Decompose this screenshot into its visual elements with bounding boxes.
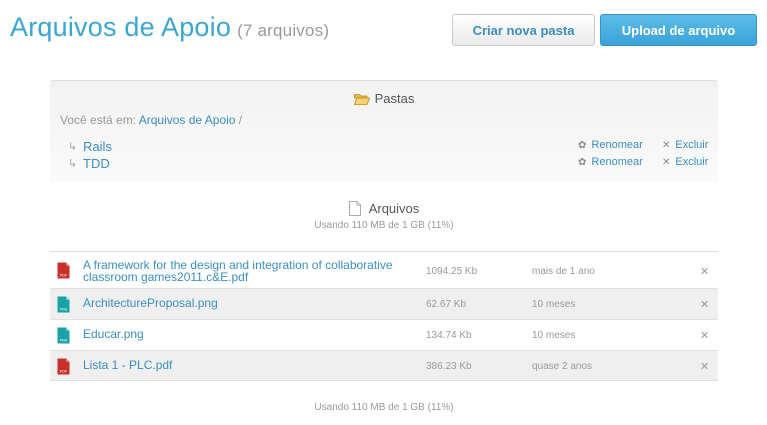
- open-folder-icon: [353, 93, 370, 105]
- subfolder-arrow-icon: ↳: [68, 158, 78, 170]
- storage-usage-bottom: Usando 110 MB de 1 GB (11%): [314, 402, 454, 413]
- file-row: PDF Lista 1 - PLC.pdf 386.23 Kb quase 2 …: [50, 350, 718, 381]
- file-row: PNG ArchitectureProposal.png 62.67 Kb 10…: [50, 288, 718, 319]
- files-heading-label: Arquivos: [368, 201, 420, 216]
- files-table: PDF A framework for the design and integ…: [50, 251, 718, 381]
- file-row: PNG Educar.png 134.74 Kb 10 meses ✕: [50, 319, 718, 350]
- folder-link-rails[interactable]: Rails: [83, 139, 112, 154]
- file-size: 134.74 Kb: [426, 330, 472, 341]
- rename-icon: ✿: [578, 156, 587, 168]
- folder-link-tdd[interactable]: TDD: [83, 156, 110, 171]
- storage-usage-top: Usando 110 MB de 1 GB (11%): [314, 220, 454, 231]
- delete-folder-button[interactable]: ✕ Excluir: [662, 156, 708, 168]
- delete-icon: ✕: [662, 139, 671, 151]
- file-size: 386.23 Kb: [426, 361, 472, 372]
- page-title: Arquivos de Apoio (7 arquivos): [10, 12, 329, 43]
- folders-heading: Pastas: [50, 91, 718, 106]
- delete-label: Excluir: [675, 139, 709, 151]
- rename-icon: ✿: [578, 139, 587, 151]
- delete-file-icon[interactable]: ✕: [700, 360, 709, 373]
- file-size: 62.67 Kb: [426, 299, 467, 310]
- breadcrumb-separator: /: [238, 113, 243, 127]
- page-title-text: Arquivos de Apoio: [10, 12, 232, 42]
- breadcrumb: Você está em: Arquivos de Apoio /: [60, 113, 242, 127]
- rename-folder-button[interactable]: ✿ Renomear: [578, 139, 643, 151]
- folders-heading-label: Pastas: [374, 91, 415, 106]
- file-date: quase 2 anos: [532, 361, 593, 372]
- breadcrumb-link-root[interactable]: Arquivos de Apoio: [139, 113, 236, 127]
- svg-text:PDF: PDF: [60, 274, 67, 278]
- rename-label: Renomear: [591, 139, 643, 151]
- svg-text:PNG: PNG: [60, 339, 68, 343]
- svg-text:PNG: PNG: [60, 308, 68, 312]
- files-heading: Arquivos: [50, 201, 718, 216]
- delete-file-icon[interactable]: ✕: [700, 298, 709, 311]
- document-icon: [348, 201, 361, 216]
- delete-file-icon[interactable]: ✕: [700, 329, 709, 342]
- rename-label: Renomear: [591, 156, 643, 168]
- delete-icon: ✕: [662, 156, 671, 168]
- pdf-icon: PDF: [57, 358, 70, 375]
- subfolder-arrow-icon: ↳: [68, 141, 78, 153]
- file-link[interactable]: ArchitectureProposal.png: [83, 297, 413, 309]
- rename-folder-button[interactable]: ✿ Renomear: [578, 156, 643, 168]
- file-size: 1094.25 Kb: [426, 266, 478, 277]
- file-link[interactable]: Lista 1 - PLC.pdf: [83, 359, 413, 371]
- delete-folder-button[interactable]: ✕ Excluir: [662, 139, 708, 151]
- delete-label: Excluir: [675, 156, 709, 168]
- breadcrumb-prefix: Você está em:: [60, 113, 137, 127]
- file-count: (7 arquivos): [237, 21, 330, 40]
- create-folder-button[interactable]: Criar nova pasta: [452, 14, 595, 46]
- folders-panel: Pastas Você está em: Arquivos de Apoio /…: [50, 80, 718, 182]
- folder-row-rails: ↳ Rails ✿ Renomear ✕ Excluir: [68, 139, 710, 155]
- delete-file-icon[interactable]: ✕: [700, 265, 709, 278]
- folder-row-tdd: ↳ TDD ✿ Renomear ✕ Excluir: [68, 156, 710, 172]
- file-link[interactable]: A framework for the design and integrati…: [83, 259, 413, 283]
- file-date: 10 meses: [532, 330, 576, 341]
- page-header: Arquivos de Apoio (7 arquivos) Criar nova…: [0, 0, 767, 60]
- pdf-icon: PDF: [57, 262, 70, 279]
- file-date: 10 meses: [532, 299, 576, 310]
- png-icon: PNG: [57, 296, 70, 313]
- file-row: PDF A framework for the design and integ…: [50, 251, 718, 288]
- svg-text:PDF: PDF: [60, 370, 67, 374]
- upload-file-button[interactable]: Upload de arquivo: [600, 14, 757, 46]
- file-link[interactable]: Educar.png: [83, 328, 413, 340]
- png-icon: PNG: [57, 327, 70, 344]
- file-date: mais de 1 ano: [532, 266, 595, 277]
